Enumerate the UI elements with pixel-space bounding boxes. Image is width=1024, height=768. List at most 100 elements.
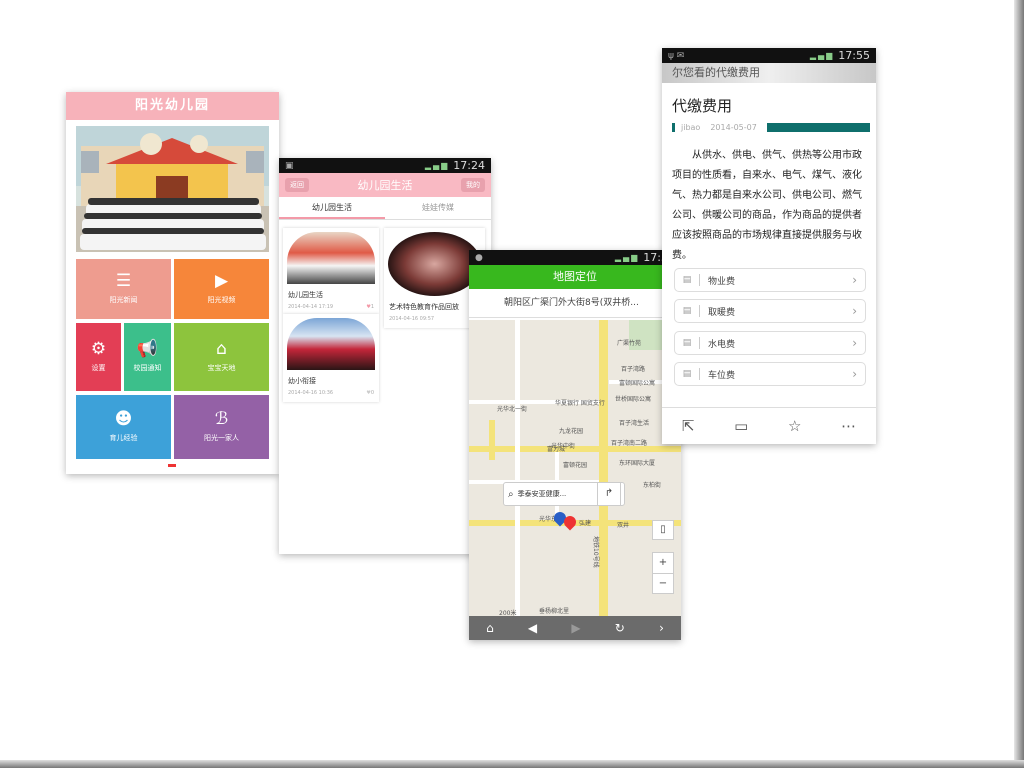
divider (699, 305, 700, 317)
map-label: 百子湾路 (621, 366, 646, 373)
chevron-right-icon: › (852, 304, 857, 318)
post-date: 2014-04-16 10:36 (288, 390, 334, 396)
kindergarten-home-screen: 阳光幼儿园 ☰ 阳光新闻 ▶ 阳光视频 ⚙ 设置 📢 校园通知 ⌂ 宝宝天地 ☻… (66, 92, 279, 474)
tab-kindergarten-life[interactable]: 幼儿园生活 (279, 197, 385, 219)
video-tile[interactable]: ▶ 阳光视频 (174, 259, 269, 319)
post-card[interactable]: 幼儿园生活 2014-04-14 17:19 ♥1 (283, 228, 379, 314)
refresh-icon[interactable]: ↻ (615, 621, 625, 635)
menu-row-heating-fee[interactable]: ▤ 取暖费 › (674, 299, 866, 323)
map-label: 东柏街 (643, 482, 662, 489)
image-icon: ▣ (285, 160, 294, 171)
route-icon: ↱ (604, 488, 614, 499)
traffic-button[interactable]: ▯ (652, 520, 674, 540)
menu-row-utility-fee[interactable]: ▤ 水电费 › (674, 331, 866, 355)
row-label: 物业费 (708, 276, 736, 287)
map-view[interactable]: 广渠竹苑 百子湾路 富顿国际公寓 华夏银行 国贸支行 世桥国际公寓 九龙花园 富… (469, 320, 681, 640)
zoom-control[interactable]: + − (652, 552, 674, 594)
post-card[interactable]: 幼小衔接 2014-04-16 10:36 ♥0 (283, 314, 379, 402)
map-label: 九龙花园 (559, 428, 584, 435)
tile-label: 阳光新闻 (109, 296, 138, 304)
post-date: 2014-04-14 17:19 (288, 304, 334, 310)
article-body: 从供水、供电、供气、供热等公用市政项目的性质看，自来水、电气、煤气、液化气、热力… (672, 150, 862, 261)
star-icon[interactable]: ☆ (788, 417, 801, 435)
kindergarten-life-screen: ▣ ▂▄▆ 17:24 返回 幼儿园生活 我的 幼儿园生活 娃娃传媒 幼儿园生活… (279, 158, 491, 554)
contact-book-icon: ☻ (114, 409, 133, 429)
chevron-right-icon: › (852, 273, 857, 287)
search-map-icon: ⌕ (508, 488, 514, 500)
article-banner: 尔您看的代缴费用 (662, 63, 876, 83)
route-button[interactable]: ↱ (597, 482, 621, 506)
school-notice-tile[interactable]: 📢 校园通知 (124, 323, 171, 391)
forward-icon[interactable]: ▶ (571, 621, 580, 635)
parenting-tile[interactable]: ☻ 育儿经验 (76, 395, 171, 459)
back-button[interactable]: 返回 (285, 178, 309, 192)
map-label: 富顿花园 (563, 462, 588, 469)
tile-label: 校园通知 (133, 364, 162, 372)
map-label: 地铁10号线 (592, 536, 599, 568)
status-bar: ψ ✉ ▂▄▆ 17:55 (662, 48, 876, 63)
chevron-right-icon: › (852, 367, 857, 381)
page-title: 地图定位 (553, 270, 597, 283)
zoom-out-button[interactable]: − (653, 573, 673, 594)
article-title: 代缴费用 (672, 97, 733, 115)
signal-icons: ▂▄▆ (614, 253, 640, 262)
share-icon[interactable]: ⇱ (682, 417, 695, 435)
menu-row-parking-fee[interactable]: ▤ 车位费 › (674, 362, 866, 386)
mine-button[interactable]: 我的 (461, 178, 485, 192)
post-title: 幼小衔接 (288, 377, 316, 385)
zoom-in-button[interactable]: + (653, 553, 673, 573)
school-group-photo (76, 126, 269, 252)
post-thumbnail (287, 232, 375, 284)
family-tile[interactable]: ℬ 阳光一家人 (174, 395, 269, 459)
app-title: 阳光幼儿园 (66, 92, 279, 120)
document-icon: ▤ (682, 275, 692, 285)
signal-icons: ▂▄▆ (424, 161, 450, 170)
map-label: 双井 (617, 522, 630, 529)
people-icon: ℬ (214, 409, 229, 429)
map-label: 光华北一街 (497, 406, 528, 413)
poi-name: 季泰安亚健康... (517, 490, 567, 498)
divider (699, 337, 700, 349)
map-location-screen: ● ▂▄▆ 17:35 地图定位 朝阳区广渠门外大街8号(双井桥... 广渠竹苑… (469, 250, 681, 640)
back-icon[interactable]: ◀ (528, 621, 537, 635)
address-bar: 朝阳区广渠门外大街8号(双井桥... (469, 289, 681, 318)
article-date: 2014-05-07 (710, 122, 757, 132)
map-road (489, 420, 495, 460)
gear-icon: ⚙ (90, 339, 107, 359)
status-bar: ▣ ▂▄▆ 17:24 (279, 158, 491, 173)
tile-label: 宝宝天地 (207, 364, 236, 372)
tile-label: 设置 (91, 364, 106, 372)
store-icon: ⌂ (216, 339, 227, 359)
row-label: 水电费 (708, 339, 736, 350)
app-bar: 返回 幼儿园生活 我的 (279, 173, 491, 197)
post-meta: 2014-04-16 10:36 ♥0 (283, 388, 379, 398)
accent-bar (766, 122, 870, 132)
map-label: 弘建 (579, 520, 592, 527)
payment-article-screen: ψ ✉ ▂▄▆ 17:55 尔您看的代缴费用 代缴费用 jibao 2014-0… (662, 48, 876, 444)
play-icon: ▶ (214, 271, 229, 291)
map-label: 垂杨柳北里 (539, 608, 570, 615)
settings-tile[interactable]: ⚙ 设置 (76, 323, 121, 391)
comment-icon[interactable]: ▭ (734, 417, 748, 435)
post-thumbnail (388, 232, 481, 296)
menu-row-property-fee[interactable]: ▤ 物业费 › (674, 268, 866, 292)
traffic-icon: ▯ (660, 524, 666, 535)
notification-icon: ● (475, 252, 483, 263)
map-label: 百子湾生活 (619, 420, 650, 427)
map-label: 华夏银行 国贸支行 (555, 400, 605, 407)
more-icon[interactable]: › (659, 621, 664, 635)
usb-icon: ψ ✉ (668, 50, 685, 61)
article-author: jibao (681, 122, 701, 132)
signal-icons: ▂▄▆ (809, 51, 835, 60)
document-icon: ▤ (682, 338, 692, 348)
status-time: 17:24 (453, 159, 485, 172)
divider (699, 368, 700, 380)
post-date: 2014-04-16 09:57 (389, 316, 435, 322)
home-icon[interactable]: ⌂ (486, 621, 494, 635)
more-icon[interactable]: ⋯ (841, 417, 856, 435)
baby-world-tile[interactable]: ⌂ 宝宝天地 (174, 323, 269, 391)
post-likes: ♥0 (366, 390, 374, 396)
post-likes: ♥1 (366, 304, 374, 310)
tab-baby-media[interactable]: 娃娃传媒 (385, 197, 491, 219)
news-tile[interactable]: ☰ 阳光新闻 (76, 259, 171, 319)
